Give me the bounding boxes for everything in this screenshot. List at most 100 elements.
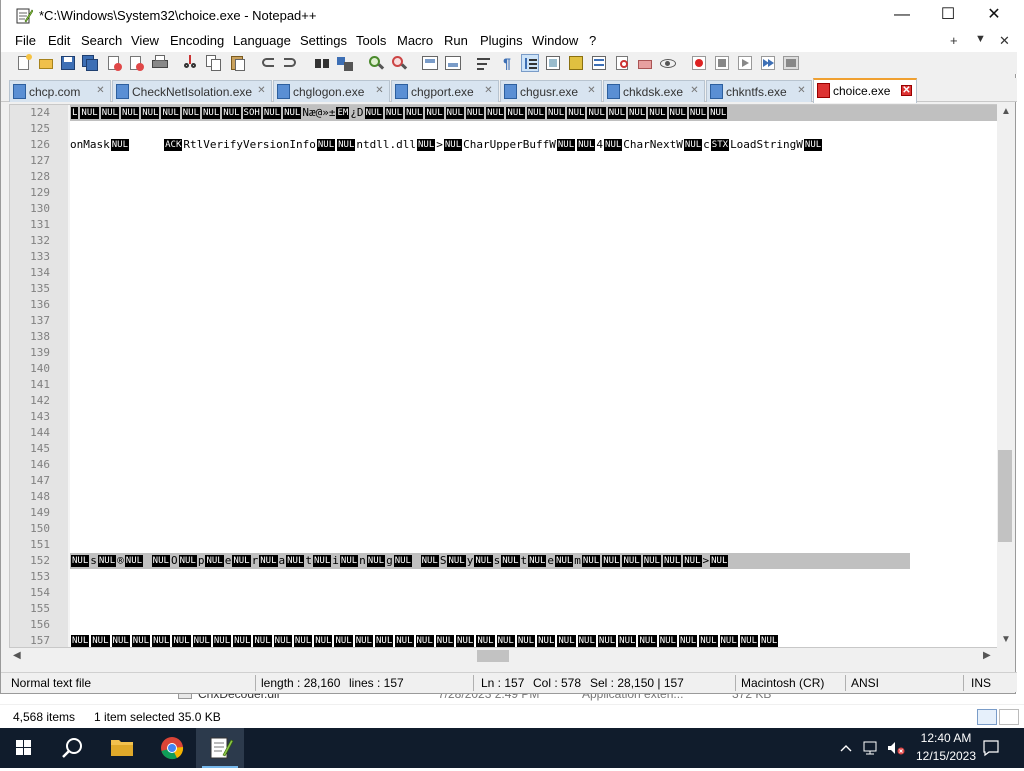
code-line-152[interactable]: NUL s NUL ® NUL NUL O NUL p NUL e NUL r NUL a NUL t NUL i… [70, 553, 910, 569]
close-button[interactable]: ✕ [971, 0, 1017, 32]
tab-close-icon[interactable]: ✕ [586, 86, 597, 97]
status-encoding[interactable]: ANSI [851, 676, 879, 690]
clock-time[interactable]: 12:40 AM [916, 731, 976, 745]
scroll-right-arrow-icon[interactable]: ▶ [983, 650, 991, 661]
save-all-icon[interactable] [81, 54, 99, 72]
tab-list-dropdown-icon[interactable]: ▼ [975, 33, 986, 45]
control-char-token: NUL [486, 107, 505, 119]
save-macro-icon[interactable] [782, 54, 800, 72]
menu-tools[interactable]: Tools [356, 33, 386, 48]
menu-encoding[interactable]: Encoding [170, 33, 224, 48]
doc-map-icon[interactable] [567, 54, 585, 72]
start-button[interactable] [0, 728, 48, 768]
paste-icon[interactable] [229, 54, 247, 72]
close-all-icon[interactable] [127, 54, 145, 72]
scroll-down-arrow-icon[interactable]: ▼ [1001, 634, 1011, 645]
menu-language[interactable]: Language [233, 33, 291, 48]
tab-close-icon[interactable]: ✕ [374, 86, 385, 97]
tab-close-icon[interactable]: ✕ [901, 85, 912, 96]
close-document-icon[interactable]: ✕ [999, 33, 1010, 49]
vertical-scroll-thumb[interactable] [998, 450, 1012, 542]
zoom-in-icon[interactable] [367, 54, 385, 72]
redo-icon[interactable] [281, 54, 299, 72]
udl-icon[interactable] [544, 54, 562, 72]
menu-view[interactable]: View [131, 33, 159, 48]
notifications-icon[interactable] [982, 739, 1000, 757]
new-file-icon[interactable] [15, 54, 33, 72]
saved-file-icon [13, 84, 26, 99]
details-view-button[interactable] [977, 709, 997, 725]
new-tab-plus-icon[interactable]: + [950, 33, 958, 48]
tab-chglogon[interactable]: chglogon.exe ✕ [273, 80, 390, 102]
clock-date[interactable]: 12/15/2023 [906, 749, 986, 763]
text-editor[interactable]: 124 125 126 127 128 129 130 131 132 133 134 135 136 1… [9, 104, 1009, 648]
tab-chgusr[interactable]: chgusr.exe ✕ [500, 80, 602, 102]
save-icon[interactable] [59, 54, 77, 72]
tab-chkdsk[interactable]: chkdsk.exe ✕ [603, 80, 705, 102]
line-number: 149 [30, 506, 50, 519]
code-line-126[interactable]: onMask NUL ACK RtlVerifyVersionInfo NUL NUL n… [70, 137, 998, 153]
chevron-up-icon[interactable] [838, 740, 854, 756]
menu-macro[interactable]: Macro [397, 33, 433, 48]
chrome-taskbar-button[interactable] [148, 728, 196, 768]
zoom-out-icon[interactable] [390, 54, 408, 72]
tab-chgport[interactable]: chgport.exe ✕ [391, 80, 499, 102]
menu-window[interactable]: Window [532, 33, 578, 48]
play-macro-icon[interactable] [736, 54, 754, 72]
notepadpp-taskbar-button[interactable] [196, 728, 244, 768]
monitoring-icon[interactable] [659, 54, 677, 72]
open-file-icon[interactable] [37, 54, 55, 72]
indent-guide-icon[interactable] [521, 54, 539, 72]
title-bar[interactable]: *C:\Windows\System32\choice.exe - Notepa… [1, 0, 1017, 32]
scroll-left-arrow-icon[interactable]: ◀ [13, 650, 21, 661]
cut-icon[interactable] [181, 54, 199, 72]
tab-chkntfs[interactable]: chkntfs.exe ✕ [706, 80, 812, 102]
close-icon[interactable] [105, 54, 123, 72]
code-line-157[interactable]: NUL NUL NUL NUL NUL NUL NUL NUL NUL NUL NUL NUL NUL N… [70, 633, 998, 647]
wrap-icon[interactable] [475, 54, 493, 72]
menu-help[interactable]: ? [589, 33, 596, 48]
tab-close-icon[interactable]: ✕ [689, 86, 700, 97]
copy-icon[interactable] [205, 54, 223, 72]
tab-close-icon[interactable]: ✕ [483, 86, 494, 97]
tab-close-icon[interactable]: ✕ [256, 86, 267, 97]
all-chars-icon[interactable]: ¶ [498, 54, 516, 72]
sync-v-icon[interactable] [421, 54, 439, 72]
menu-search[interactable]: Search [81, 33, 122, 48]
menu-file[interactable]: File [15, 33, 36, 48]
replace-icon[interactable] [336, 54, 354, 72]
horizontal-scrollbar[interactable]: ◀ ▶ [9, 648, 997, 664]
find-icon[interactable] [313, 54, 331, 72]
tab-close-icon[interactable]: ✕ [95, 86, 106, 97]
volume-muted-icon[interactable] [886, 740, 906, 756]
menu-edit[interactable]: Edit [48, 33, 70, 48]
record-macro-icon[interactable] [690, 54, 708, 72]
horizontal-scroll-thumb[interactable] [477, 650, 509, 662]
tab-close-icon[interactable]: ✕ [796, 86, 807, 97]
vertical-scrollbar[interactable]: ▲ ▼ [997, 104, 1013, 648]
maximize-button[interactable]: ☐ [925, 0, 971, 32]
sync-h-icon[interactable] [444, 54, 462, 72]
menu-run[interactable]: Run [444, 33, 468, 48]
tab-checknetisolation[interactable]: CheckNetIsolation.exe ✕ [112, 80, 272, 102]
folder-workspace-icon[interactable] [613, 54, 631, 72]
print-icon[interactable] [151, 54, 169, 72]
run-macro-multiple-icon[interactable] [759, 54, 777, 72]
search-button[interactable] [48, 728, 96, 768]
function-list-icon[interactable] [590, 54, 608, 72]
minimize-button[interactable]: — [879, 0, 925, 32]
tab-chcp[interactable]: chcp.com ✕ [9, 80, 111, 102]
network-icon[interactable] [862, 740, 880, 756]
file-explorer-taskbar-button[interactable] [98, 728, 146, 768]
large-icons-view-button[interactable] [999, 709, 1019, 725]
folder-icon[interactable] [636, 54, 654, 72]
code-line-124[interactable]: L NUL NUL NUL NUL NUL NUL NUL NUL SOH NUL NUL Næ@»± E… [70, 105, 998, 121]
undo-icon[interactable] [259, 54, 277, 72]
tab-choice[interactable]: choice.exe ✕ [813, 78, 917, 103]
status-eol[interactable]: Macintosh (CR) [741, 676, 824, 690]
stop-macro-icon[interactable] [713, 54, 731, 72]
menu-plugins[interactable]: Plugins [480, 33, 523, 48]
status-insert-mode[interactable]: INS [971, 676, 991, 690]
scroll-up-arrow-icon[interactable]: ▲ [1001, 106, 1011, 117]
menu-settings[interactable]: Settings [300, 33, 347, 48]
